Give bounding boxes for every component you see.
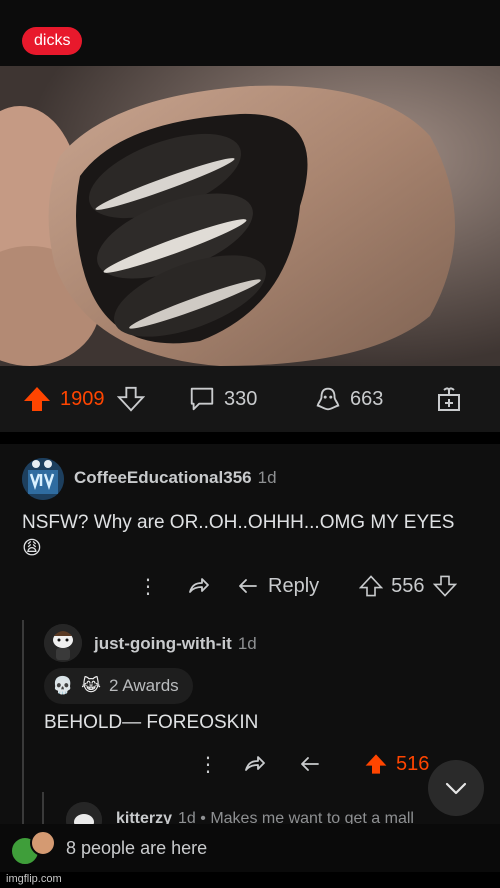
comment-actions: ⋮ Reply 556 xyxy=(138,570,457,602)
username-text[interactable]: just-going-with-it xyxy=(94,634,232,653)
comment-text: Makes me want to get a mall xyxy=(210,810,414,824)
give-award-button[interactable] xyxy=(434,366,464,432)
reply-icon xyxy=(239,579,257,593)
snoo-avatar-icon xyxy=(66,802,102,824)
gift-icon xyxy=(438,387,460,411)
snoo-avatar-icon xyxy=(44,624,82,662)
awards-label: 2 Awards xyxy=(109,676,179,695)
comment-downvote-icon[interactable] xyxy=(432,574,457,598)
comment-vote-count: 556 xyxy=(391,574,425,597)
watermark-text: imgflip.com xyxy=(6,873,62,885)
presence-label: 8 people are here xyxy=(66,838,208,858)
post-flair[interactable]: dicks xyxy=(22,27,83,55)
comment-count: 330 xyxy=(224,387,258,410)
post-image-graphic xyxy=(0,66,500,366)
comment-age: 1d xyxy=(237,634,257,653)
post-header: dicks xyxy=(0,0,500,66)
upvote-count: 1909 xyxy=(60,387,105,410)
comment-username[interactable]: just-going-with-it 1d xyxy=(94,634,257,654)
downvote-icon[interactable] xyxy=(116,385,145,413)
comments-button[interactable]: 330 xyxy=(188,366,257,432)
share-icon[interactable] xyxy=(186,574,210,598)
awards-button[interactable]: 663 xyxy=(314,366,383,432)
more-options-icon[interactable]: ⋮ xyxy=(198,752,218,777)
reply-button[interactable]: Reply xyxy=(236,574,319,598)
comment-age: 1d xyxy=(257,468,277,487)
more-options-icon[interactable]: ⋮ xyxy=(138,574,158,599)
post-action-bar: 1909 330 663 xyxy=(0,366,500,432)
comment-upvote-icon[interactable] xyxy=(364,752,388,776)
presence-avatar-icon xyxy=(30,830,56,856)
comment-username[interactable]: CoffeeEducational356 1d xyxy=(74,468,277,488)
comment-body: NSFW? Why are OR..OH..OHHH...OMG MY EYES… xyxy=(22,510,482,562)
scroll-down-button[interactable] xyxy=(428,760,484,816)
share-icon[interactable] xyxy=(242,752,266,776)
comment-body: BEHOLD— FOREOSKIN xyxy=(44,710,258,736)
comment-vote-count: 516 xyxy=(396,752,430,775)
upvote-icon[interactable] xyxy=(22,384,52,414)
upvote-group: 1909 xyxy=(22,366,145,432)
watermark-bar: imgflip.com xyxy=(0,872,500,888)
username-text[interactable]: kitterzy xyxy=(116,810,172,824)
comment-bubble-icon xyxy=(190,387,214,411)
user-avatar-icon xyxy=(22,458,64,500)
avatar[interactable] xyxy=(22,458,64,500)
skull-award-icon: 💀 xyxy=(52,676,74,695)
awards-badge[interactable]: 💀 😹 2 Awards xyxy=(44,668,193,704)
avatar[interactable] xyxy=(44,624,82,662)
comment-actions: ⋮ 516 xyxy=(198,748,429,780)
username-text[interactable]: CoffeeEducational356 xyxy=(74,468,252,487)
thread-line[interactable] xyxy=(22,620,24,824)
reply-label: Reply xyxy=(268,574,320,597)
reply-icon[interactable] xyxy=(298,752,322,776)
section-divider xyxy=(0,432,500,444)
comment-username[interactable]: kitterzy 1d • Makes me want to get a mall xyxy=(116,810,414,824)
comment-text: BEHOLD— FOREOSKIN xyxy=(44,712,259,733)
comments-section: CoffeeEducational356 1d NSFW? Why are OR.… xyxy=(0,444,500,824)
avatar[interactable] xyxy=(66,802,102,824)
comment-age: 1d xyxy=(178,810,196,824)
chevron-down-icon xyxy=(445,782,467,795)
comment-emoji: 😩 xyxy=(22,538,42,559)
comment-text: NSFW? Why are OR..OH..OHHH...OMG MY EYES xyxy=(22,512,455,533)
snoo-award-icon xyxy=(316,387,340,411)
award-count: 663 xyxy=(350,387,384,410)
comment-upvote-icon[interactable] xyxy=(359,574,384,598)
cat-award-icon: 😹 xyxy=(81,676,102,695)
post-image[interactable] xyxy=(0,66,500,366)
thread-line[interactable] xyxy=(42,792,44,824)
